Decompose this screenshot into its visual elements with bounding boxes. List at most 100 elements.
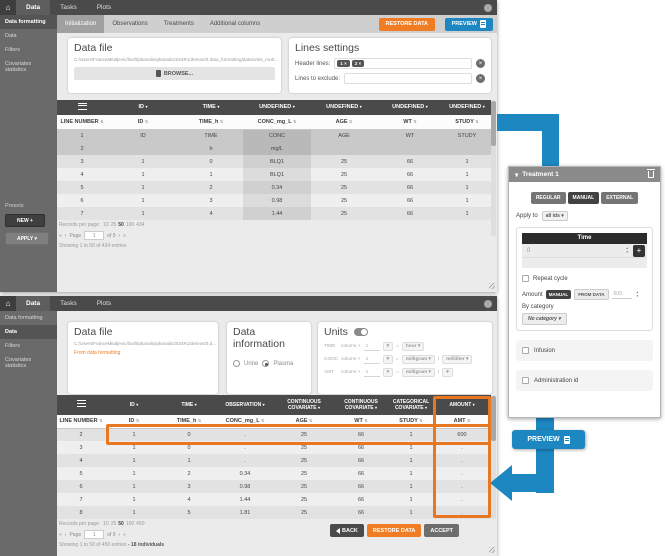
table-cell[interactable]: BLQ1 [243, 155, 311, 168]
table-cell[interactable]: CONC [243, 129, 311, 142]
column-type-dropdown[interactable]: OBSERVATION ▾ [215, 395, 275, 415]
time-input[interactable]: 0 [524, 248, 624, 254]
table-cell[interactable]: 1 [443, 181, 491, 194]
table-cell[interactable]: AGE [311, 129, 377, 142]
amount-manual-button[interactable]: MANUAL [546, 290, 572, 299]
table-cell[interactable]: 7 [57, 207, 107, 220]
table-cell[interactable]: 8 [57, 506, 105, 519]
header-lines-input[interactable]: 1 ×2 × [334, 58, 472, 69]
table-cell[interactable]: 1 [443, 194, 491, 207]
table-row[interactable]: 7141.4425661 [57, 207, 491, 220]
table-cell[interactable]: 1 [105, 493, 163, 506]
amount-input[interactable]: 600 [612, 290, 632, 299]
table-cell[interactable]: 25 [311, 155, 377, 168]
sidebar-item-data-formatting[interactable]: Data formatting [0, 311, 57, 325]
first-page-button[interactable]: « [59, 233, 62, 239]
table-cell[interactable]: ID [107, 129, 179, 142]
table-cell[interactable]: 66 [333, 493, 389, 506]
table-row[interactable]: 5120.3425661 [57, 181, 491, 194]
chat-icon[interactable] [484, 300, 492, 308]
table-cell[interactable]: 4 [57, 454, 105, 467]
table-cell[interactable]: WT [377, 129, 443, 142]
table-cell[interactable]: 66 [333, 467, 389, 480]
new-preset-button[interactable]: NEW + [5, 214, 45, 227]
sidebar-item-data[interactable]: Data [0, 325, 57, 339]
table-cell[interactable]: 0 [179, 155, 243, 168]
table-row[interactable]: 411BLQ125661 [57, 168, 491, 181]
table-cell[interactable]: 2 [57, 428, 105, 441]
sidebar-item-data[interactable]: Data [0, 29, 57, 43]
table-row[interactable]: 6130.9825661 [57, 194, 491, 207]
records-per-page-option[interactable]: 25 [111, 521, 117, 527]
table-cell[interactable]: 7 [57, 493, 105, 506]
column-type-dropdown[interactable]: UNDEFINED ▾ [443, 100, 491, 115]
table-cell[interactable]: 0.98 [243, 194, 311, 207]
table-cell[interactable]: 1.44 [215, 493, 275, 506]
column-header[interactable]: ID ⇅ [107, 115, 179, 129]
records-per-page-option[interactable]: 100 [126, 222, 134, 228]
table-cell[interactable]: 5 [57, 181, 107, 194]
table-cell[interactable]: 66 [333, 480, 389, 493]
sidebar-item-covariates-statistics[interactable]: Covariates statistics [0, 57, 57, 77]
first-page-button[interactable]: « [59, 532, 62, 538]
table-cell[interactable]: 1 [443, 155, 491, 168]
time-spinner[interactable]: ▴ ▾ [626, 247, 628, 254]
column-header[interactable]: LINE NUMBER ⇅ [57, 415, 105, 428]
browse-button[interactable]: BROWSE... [74, 67, 275, 80]
table-row[interactable]: 411.25661. [57, 454, 491, 467]
table-cell[interactable]: 0.34 [243, 181, 311, 194]
clear-header-lines-button[interactable]: × [476, 59, 485, 68]
column-header[interactable]: STUDY ⇅ [443, 115, 491, 129]
table-row[interactable]: 2hmg/L [57, 142, 491, 155]
table-cell[interactable]: TIME [179, 129, 243, 142]
subtab-initialization[interactable]: Initialization [57, 15, 104, 33]
unit-factor-input[interactable]: 1 [364, 369, 380, 377]
back-button[interactable]: BACK [330, 524, 364, 537]
table-cell[interactable]: 1 [389, 480, 433, 493]
table-cell[interactable]: 1 [107, 155, 179, 168]
header-line-chip[interactable]: 1 × [337, 60, 349, 67]
next-page-button[interactable]: › [118, 233, 120, 239]
table-cell[interactable]: 25 [311, 194, 377, 207]
table-cell[interactable]: 25 [311, 207, 377, 220]
table-cell[interactable]: 1 [105, 480, 163, 493]
delete-treatment-icon[interactable] [648, 171, 654, 178]
records-per-page-option[interactable]: 10 [103, 222, 109, 228]
table-cell[interactable]: 25 [311, 181, 377, 194]
table-cell[interactable] [443, 142, 491, 155]
table-cell[interactable]: 66 [377, 194, 443, 207]
table-cell[interactable]: 1 [389, 454, 433, 467]
records-per-page-option[interactable]: 50 [118, 222, 124, 228]
infusion-checkbox[interactable] [522, 347, 529, 354]
time-unit-dropdown[interactable]: hour ▾ [402, 342, 424, 351]
table-cell[interactable]: 4 [163, 493, 215, 506]
unit-prefix-dropdown[interactable]: ▾ [383, 355, 393, 364]
column-header[interactable]: AGE ⇅ [311, 115, 377, 129]
table-cell[interactable]: 4 [179, 207, 243, 220]
column-type-dropdown[interactable]: ID ▾ [105, 395, 163, 415]
last-page-button[interactable]: » [123, 233, 126, 239]
resize-grip[interactable] [489, 547, 495, 553]
sidebar-item-filters[interactable]: Filters [0, 43, 57, 57]
unit-prefix-dropdown[interactable]: ▾ [383, 368, 393, 377]
table-menu-header[interactable] [57, 395, 105, 415]
table-cell[interactable]: 5 [57, 467, 105, 480]
table-cell[interactable]: 66 [333, 506, 389, 519]
category-dropdown[interactable]: No category ▾ [522, 313, 567, 325]
table-scrollbar[interactable] [491, 101, 496, 236]
column-type-dropdown[interactable]: CONTINUOUS COVARIATE ▾ [275, 395, 333, 415]
records-per-page-option[interactable]: 25 [111, 222, 117, 228]
table-cell[interactable]: 2 [163, 467, 215, 480]
resize-grip[interactable] [489, 283, 495, 289]
repeat-cycle-checkbox[interactable] [522, 275, 529, 282]
prev-page-button[interactable]: ‹ [65, 532, 67, 538]
header-line-chip[interactable]: 2 × [352, 60, 364, 67]
unit-prefix-dropdown[interactable]: ▾ [383, 342, 393, 351]
table-cell[interactable]: 1 [443, 168, 491, 181]
table-cell[interactable]: 1 [443, 207, 491, 220]
scrollbar-thumb[interactable] [491, 101, 496, 146]
table-cell[interactable]: 0.34 [215, 467, 275, 480]
table-cell[interactable]: 66 [377, 155, 443, 168]
table-cell[interactable]: 1 [107, 207, 179, 220]
table-cell[interactable]: 3 [163, 480, 215, 493]
